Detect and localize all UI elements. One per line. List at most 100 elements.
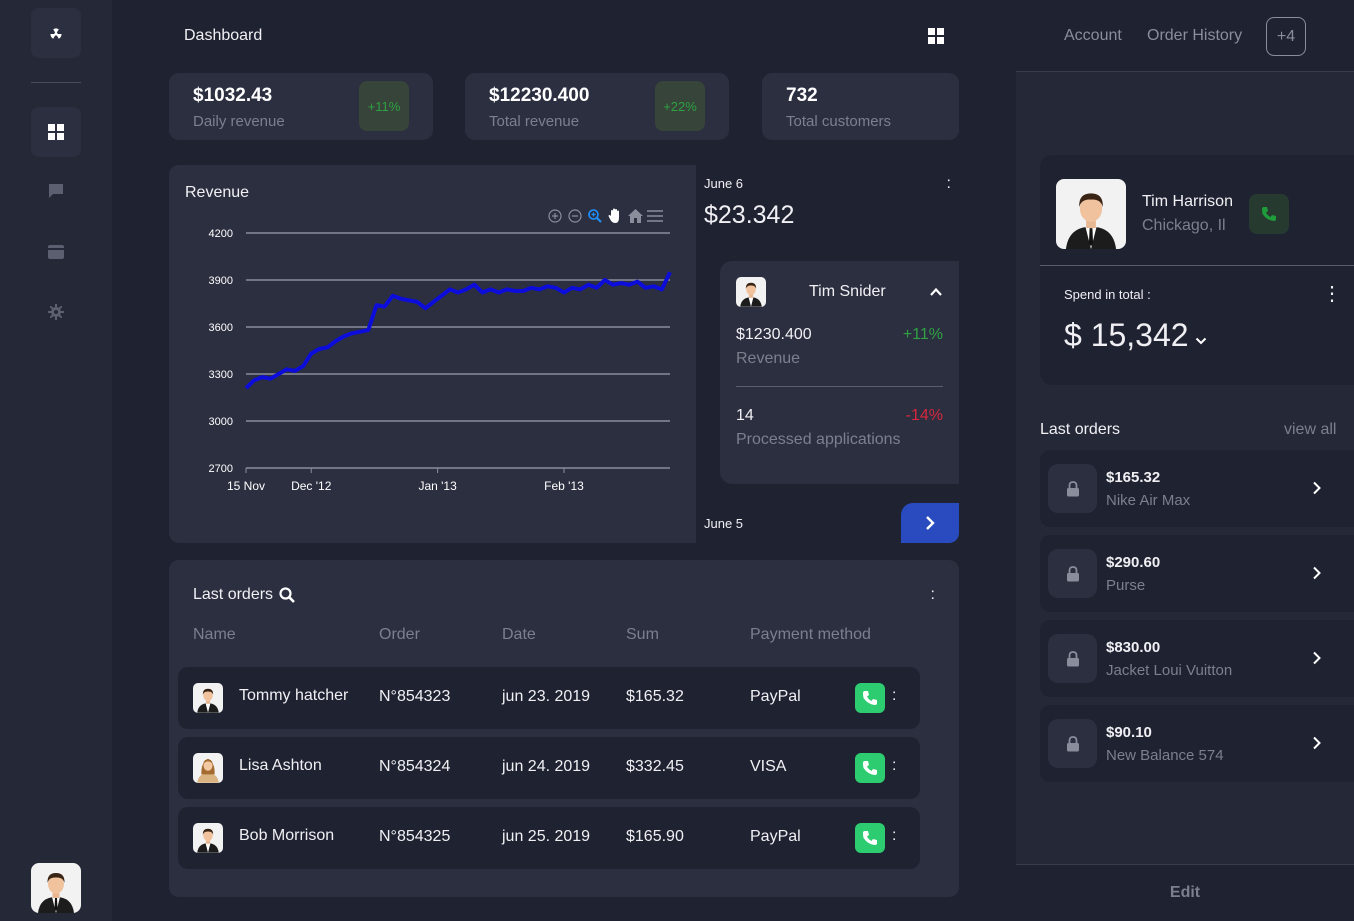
radiation-icon: [50, 28, 62, 39]
search-icon[interactable]: [279, 587, 295, 603]
summary-amount: $23.342: [704, 201, 795, 229]
grid-icon: [928, 28, 944, 44]
call-button[interactable]: [855, 823, 885, 853]
app-logo[interactable]: [31, 8, 81, 58]
account-panel: Account Order History +4 Tim Harrison Ch…: [1016, 0, 1354, 921]
y-tick-label: 3000: [209, 416, 233, 428]
column-header-order: Order: [379, 626, 420, 643]
tab-order-history[interactable]: Order History: [1147, 27, 1242, 45]
profile-more-button[interactable]: ⋮: [1322, 281, 1342, 306]
order-price: $165.32: [1106, 469, 1161, 486]
user-avatar[interactable]: [31, 863, 81, 913]
table-row[interactable]: Bob Morrison N°854325 jun 25. 2019 $165.…: [178, 807, 920, 869]
table-more-button[interactable]: :: [931, 586, 935, 604]
stat-card-total-revenue: $12230.400 Total revenue +22%: [465, 73, 729, 140]
avatar: [193, 753, 223, 783]
lock-icon: [1066, 735, 1079, 751]
tab-account[interactable]: Account: [1064, 27, 1122, 45]
x-tick-label: Feb '13: [544, 479, 584, 493]
order-product: Jacket Loui Vuitton: [1106, 662, 1233, 679]
order-item[interactable]: $90.10 New Balance 574: [1040, 705, 1354, 782]
y-tick-label: 3300: [209, 369, 233, 381]
revenue-change: +11%: [902, 326, 943, 343]
chevron-right-icon: [1313, 651, 1321, 665]
grid-icon: [48, 124, 64, 140]
edit-button[interactable]: Edit: [1016, 864, 1354, 921]
y-tick-label: 3900: [209, 275, 233, 287]
sidebar-divider: [31, 82, 81, 83]
table-row[interactable]: Lisa Ashton N°854324 jun 24. 2019 $332.4…: [178, 737, 920, 799]
day-summary-panel: June 6 : $23.342 Tim Snider $1230.400 +1…: [696, 165, 959, 543]
lock-icon-box: [1048, 549, 1097, 598]
stat-value: $1032.43: [193, 85, 273, 106]
avatar: [736, 277, 766, 307]
call-button[interactable]: [855, 753, 885, 783]
card-icon: [48, 245, 64, 259]
order-number: N°854323: [379, 688, 451, 705]
call-button[interactable]: [855, 683, 885, 713]
sidebar-item-settings[interactable]: [46, 302, 66, 322]
spend-value: $ 15,342: [1064, 317, 1189, 353]
divider: [736, 386, 943, 387]
view-all-link[interactable]: view all: [1284, 421, 1336, 439]
payment-method: PayPal: [750, 828, 801, 845]
revenue-value: $1230.400: [736, 326, 812, 343]
row-more-button[interactable]: :: [892, 827, 896, 845]
row-more-button[interactable]: :: [892, 757, 896, 775]
last-orders-table: Last orders : Name Order Date Sum Paymen…: [169, 560, 959, 897]
collapse-button[interactable]: [929, 285, 943, 299]
y-tick-label: 2700: [209, 463, 233, 475]
order-item[interactable]: $165.32 Nike Air Max: [1040, 450, 1354, 527]
order-product: New Balance 574: [1106, 747, 1224, 764]
stat-change-badge: +11%: [359, 81, 409, 131]
sidebar-item-dashboard[interactable]: [31, 107, 81, 157]
avatar: [1056, 179, 1126, 249]
chart-title: Revenue: [185, 184, 250, 201]
layout-toggle-button[interactable]: [928, 28, 944, 44]
stat-card-daily-revenue: $1032.43 Daily revenue +11%: [169, 73, 433, 140]
payment-method: VISA: [750, 758, 787, 775]
revenue-label: Revenue: [736, 350, 801, 367]
spend-total[interactable]: $ 15,342: [1064, 317, 1207, 354]
row-more-button[interactable]: :: [892, 687, 896, 705]
order-price: $90.10: [1106, 724, 1152, 741]
customer-detail-card: Tim Snider $1230.400 +11% Revenue 14 -14…: [720, 261, 959, 484]
stat-value: $12230.400: [489, 85, 590, 106]
order-date: jun 24. 2019: [502, 758, 591, 775]
avatar: [38, 873, 74, 913]
chevron-right-icon: [1313, 566, 1321, 580]
applications-change: -14%: [905, 407, 943, 424]
sidebar-item-cards[interactable]: [46, 242, 66, 262]
sidebar-item-messages[interactable]: [46, 181, 66, 201]
stat-label: Total revenue: [489, 113, 580, 130]
column-header-name: Name: [193, 626, 236, 643]
phone-icon: [863, 691, 877, 705]
lock-icon-box: [1048, 719, 1097, 768]
stat-card-total-customers: 732 Total customers: [762, 73, 959, 140]
phone-icon: [863, 831, 877, 845]
profile-city: Chickago, Il: [1142, 217, 1226, 234]
customer-profile-card: Tim Harrison Chickago, Il Spend in total…: [1040, 155, 1354, 385]
more-tabs-button[interactable]: +4: [1266, 17, 1306, 56]
next-day-button[interactable]: [901, 503, 959, 543]
order-number: N°854324: [379, 758, 451, 775]
series-line: [244, 271, 672, 390]
summary-more-button[interactable]: :: [947, 175, 951, 193]
sidebar: [0, 0, 112, 921]
spend-label: Spend in total :: [1064, 287, 1151, 302]
order-item[interactable]: $830.00 Jacket Loui Vuitton: [1040, 620, 1354, 697]
customer-name: Bob Morrison: [239, 827, 335, 844]
order-item[interactable]: $290.60 Purse: [1040, 535, 1354, 612]
customer-name: Tim Snider: [809, 283, 886, 300]
order-sum: $332.45: [626, 758, 684, 775]
chevron-up-icon: [930, 287, 942, 296]
table-row[interactable]: Tommy hatcher N°854323 jun 23. 2019 $165…: [178, 667, 920, 729]
order-product: Purse: [1106, 577, 1146, 594]
table-title: Last orders: [193, 586, 295, 604]
call-button[interactable]: [1249, 194, 1289, 234]
account-tabs: Account Order History +4: [1016, 0, 1354, 72]
previous-date: June 5: [704, 516, 744, 531]
phone-icon: [863, 761, 877, 775]
lock-icon-box: [1048, 634, 1097, 683]
x-tick-label: Jan '13: [418, 479, 457, 493]
